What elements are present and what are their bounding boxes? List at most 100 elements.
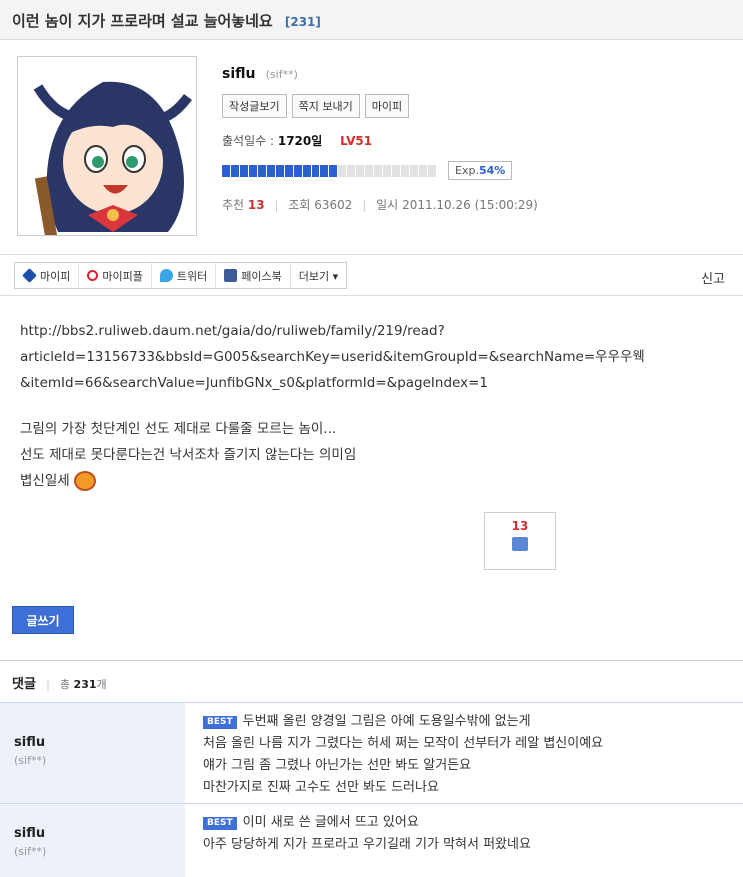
share-label: 트위터 bbox=[176, 269, 208, 283]
author-profile: siflu (sif**) 작성글보기 쪽지 보내기 마이피 출석일수 : 17… bbox=[0, 40, 743, 254]
comment-author: siflu (sif**) bbox=[0, 703, 185, 803]
post-title: 이런 놈이 지가 프로라며 설교 늘어놓네요 bbox=[12, 12, 273, 30]
exp-segment bbox=[320, 164, 329, 177]
attendance-row: 출석일수 : 1720일 LV51 bbox=[222, 132, 722, 149]
best-badge: BEST bbox=[203, 716, 237, 729]
like-count: 13 bbox=[511, 519, 529, 533]
comment-author: siflu (sif**) bbox=[0, 804, 185, 877]
comment-line: 얘가 그림 좀 그렸나 아닌가는 선만 봐도 알거든요 bbox=[203, 758, 472, 773]
date-label: 일시 bbox=[376, 198, 399, 212]
level-badge: LV51 bbox=[340, 134, 373, 148]
exp-segment bbox=[392, 164, 401, 177]
exp-segment bbox=[401, 164, 410, 177]
views-count: 63602 bbox=[314, 198, 353, 212]
exp-segment bbox=[356, 164, 365, 177]
exp-segment bbox=[383, 164, 392, 177]
tiger-emoticon-icon bbox=[73, 471, 96, 491]
text-line: 그림의 가장 첫단계인 선도 제대로 다룰줄 모르는 놈이... bbox=[20, 421, 337, 437]
recommend-button[interactable]: 13 bbox=[484, 512, 556, 570]
exp-segment bbox=[293, 164, 302, 177]
exp-segment bbox=[374, 164, 383, 177]
comment-author-id: (sif**) bbox=[14, 754, 47, 767]
comments-header: 댓글 | 총 231개 bbox=[0, 660, 743, 702]
facebook-icon bbox=[224, 269, 238, 282]
exp-progress-bar bbox=[222, 164, 436, 177]
exp-segment bbox=[230, 164, 239, 177]
post-stats: 추천 13 | 조회 63602 | 일시 2011.10.26 (15:00:… bbox=[222, 196, 722, 213]
exp-segment bbox=[329, 164, 338, 177]
glasses-icon bbox=[87, 270, 99, 281]
exp-segment bbox=[302, 164, 311, 177]
exp-segment bbox=[266, 164, 275, 177]
comment-author-name[interactable]: siflu bbox=[14, 826, 185, 841]
author-nickname[interactable]: siflu bbox=[222, 66, 255, 82]
stats-divider: | bbox=[274, 198, 279, 212]
share-mypeople-button[interactable]: 마이피플 bbox=[78, 263, 150, 288]
share-twitter-button[interactable]: 트위터 bbox=[150, 263, 215, 288]
avatar[interactable] bbox=[17, 56, 197, 236]
share-mypi-button[interactable]: 마이피 bbox=[15, 263, 78, 288]
source-link[interactable]: http://bbs2.ruliweb.daum.net/gaia/do/rul… bbox=[20, 318, 720, 396]
write-button[interactable]: 글쓰기 bbox=[12, 606, 74, 634]
share-facebook-button[interactable]: 페이스북 bbox=[215, 263, 289, 288]
author-actions: 작성글보기 쪽지 보내기 마이피 bbox=[222, 94, 722, 118]
exp-bubble: Exp.54% bbox=[448, 161, 513, 180]
exp-row: Exp.54% bbox=[222, 161, 722, 180]
total-prefix: 총 bbox=[59, 678, 71, 691]
exp-segment bbox=[365, 164, 374, 177]
post-content: http://bbs2.ruliweb.daum.net/gaia/do/rul… bbox=[20, 318, 720, 494]
text-line: 선도 제대로 못다룬다는건 낙서조차 즐기지 않는다는 의미임 bbox=[20, 447, 357, 463]
best-badge: BEST bbox=[203, 817, 237, 830]
comment-line-row: BEST 이미 새로 쓴 글에서 뜨고 있어요 bbox=[203, 812, 743, 834]
attendance-label: 출석일수 : bbox=[222, 134, 275, 148]
total-count: 231 bbox=[73, 678, 97, 691]
exp-segment bbox=[284, 164, 293, 177]
url-line: &itemId=66&searchValue=JunfibGNx_s0&plat… bbox=[20, 375, 488, 391]
exp-segment bbox=[311, 164, 320, 177]
attendance-days: 1720일 bbox=[277, 134, 323, 148]
exp-segment bbox=[239, 164, 248, 177]
views-label: 조회 bbox=[288, 198, 311, 212]
exp-segment bbox=[222, 164, 230, 177]
comment-body: BEST 이미 새로 쓴 글에서 뜨고 있어요 아주 당당하게 지가 프로라고 우… bbox=[185, 804, 743, 877]
comments-label: 댓글 bbox=[12, 677, 36, 692]
share-buttons: 마이피 마이피플 트위터 페이스북 더보기 ▾ bbox=[14, 262, 348, 289]
exp-label: Exp. bbox=[455, 164, 479, 177]
share-label: 페이스북 bbox=[241, 269, 282, 283]
comment-line: 마찬가지로 진짜 고수도 선만 봐도 드러나요 bbox=[203, 780, 439, 795]
comment-line: 아주 당당하게 지가 프로라고 우기길래 기가 막혀서 퍼왔네요 bbox=[203, 837, 531, 852]
post-comment-count[interactable]: [231] bbox=[285, 15, 321, 29]
exp-segment bbox=[275, 164, 284, 177]
exp-percent: 54% bbox=[478, 164, 506, 177]
comments-total: 총 231개 bbox=[60, 678, 107, 691]
cube-icon bbox=[22, 268, 37, 283]
view-posts-button[interactable]: 작성글보기 bbox=[222, 94, 287, 118]
comment-author-id: (sif**) bbox=[14, 845, 47, 858]
comment-author-name[interactable]: siflu bbox=[14, 735, 185, 750]
report-button[interactable]: 신고 bbox=[701, 268, 725, 287]
share-bar: 마이피 마이피플 트위터 페이스북 더보기 ▾ 신고 bbox=[0, 254, 743, 296]
text-line: 볍신일세 bbox=[20, 473, 70, 489]
mypi-button[interactable]: 마이피 bbox=[364, 94, 410, 118]
comment-line: 처음 올린 나름 지가 그렸다는 허세 쩌는 모작이 선부터가 레알 볍신이예요 bbox=[203, 736, 604, 751]
send-message-button[interactable]: 쪽지 보내기 bbox=[291, 94, 360, 118]
share-label: 마이피플 bbox=[102, 269, 143, 283]
stats-divider: | bbox=[362, 198, 367, 212]
url-line: http://bbs2.ruliweb.daum.net/gaia/do/rul… bbox=[20, 323, 445, 339]
recommend-label: 추천 bbox=[222, 198, 245, 212]
total-suffix: 개 bbox=[96, 678, 107, 691]
share-label: 마이피 bbox=[40, 269, 71, 283]
recommend-count: 13 bbox=[247, 198, 265, 212]
share-more-dropdown[interactable]: 더보기 ▾ bbox=[289, 263, 346, 288]
text-line-row: 볍신일세 bbox=[20, 468, 720, 494]
exp-segment bbox=[248, 164, 257, 177]
exp-segment bbox=[257, 164, 266, 177]
exp-segment bbox=[418, 164, 427, 177]
exp-segment bbox=[347, 164, 356, 177]
url-line: articleId=13156733&bbsId=G005&searchKey=… bbox=[20, 349, 645, 365]
author-name-row: siflu (sif**) bbox=[222, 66, 722, 82]
comment-line: 이미 새로 쓴 글에서 뜨고 있어요 bbox=[242, 815, 419, 830]
header-divider: | bbox=[46, 678, 50, 691]
comment-item: siflu (sif**) BEST 이미 새로 쓴 글에서 뜨고 있어요 아주 … bbox=[0, 803, 743, 877]
exp-segment bbox=[427, 164, 436, 177]
